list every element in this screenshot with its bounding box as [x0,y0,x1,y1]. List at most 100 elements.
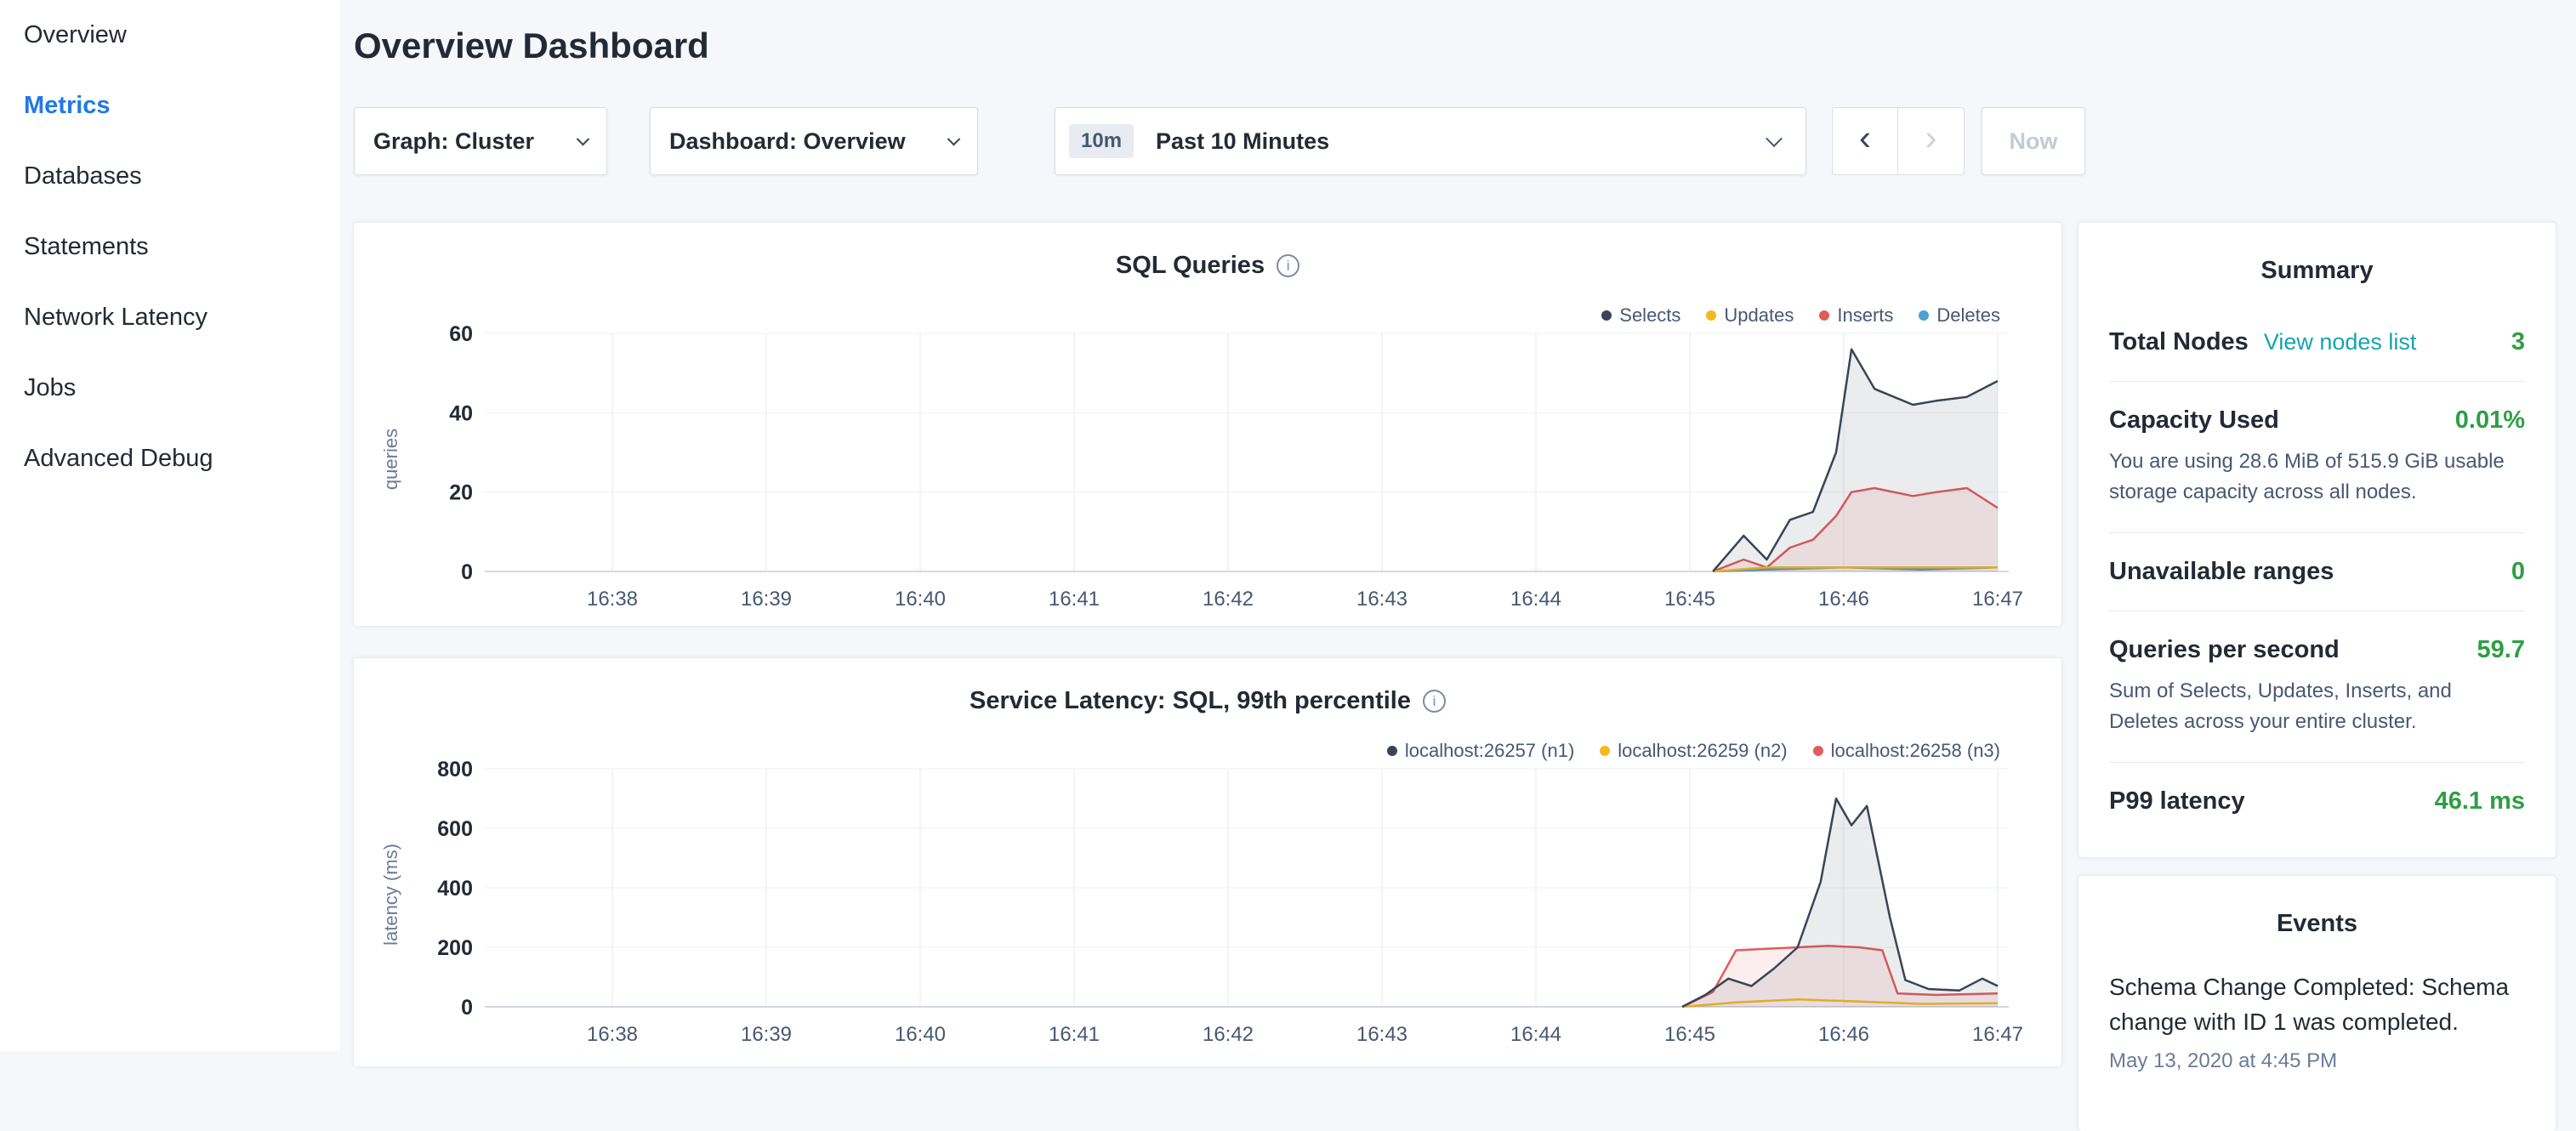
chevron-down-icon [577,132,590,145]
summary-value: 46.1 ms [2435,787,2525,816]
sidebar-item-statements[interactable]: Statements [24,212,340,282]
graph-scope-dropdown[interactable]: Graph: Cluster [354,107,607,175]
svg-text:16:45: 16:45 [1664,1023,1715,1046]
svg-text:0: 0 [461,560,473,584]
svg-text:16:44: 16:44 [1510,1023,1561,1046]
svg-text:16:41: 16:41 [1049,588,1100,611]
charts-column: SQL Queries i SelectsUpdatesInsertsDelet… [354,223,2061,1066]
sidebar-item-network-latency[interactable]: Network Latency [24,282,340,353]
svg-text:400: 400 [437,877,473,901]
summary-row-total-nodes: Total Nodes View nodes list 3 [2109,304,2525,382]
svg-text:16:39: 16:39 [741,588,792,611]
summary-label: Queries per second [2109,636,2340,664]
graph-scope-label: Graph: Cluster [373,128,534,155]
svg-text:60: 60 [449,322,473,346]
summary-label: Capacity Used [2109,406,2279,435]
chart-title: Service Latency: SQL, 99th percentile [970,687,1411,715]
svg-text:20: 20 [449,481,473,505]
summary-subtext: You are using 28.6 MiB of 515.9 GiB usab… [2109,446,2525,508]
summary-label: Unavailable ranges [2109,558,2334,586]
summary-title: Summary [2109,223,2525,285]
info-icon[interactable]: i [1423,690,1446,713]
svg-text:600: 600 [437,817,473,841]
svg-text:16:44: 16:44 [1510,588,1561,611]
svg-text:800: 800 [437,758,473,781]
sidebar-item-advanced-debug[interactable]: Advanced Debug [24,423,340,494]
view-nodes-list-link[interactable]: View nodes list [2264,329,2417,355]
chart-title-row: SQL Queries i [354,223,2061,280]
summary-label: P99 latency [2109,787,2245,816]
svg-text:16:46: 16:46 [1818,588,1869,611]
event-item[interactable]: Schema Change Completed: Schema change w… [2109,970,2525,1073]
svg-text:16:46: 16:46 [1818,1023,1869,1046]
events-list: Schema Change Completed: Schema change w… [2109,970,2525,1073]
main-content: Overview Dashboard Graph: Cluster Dashbo… [340,0,2576,1051]
svg-text:0: 0 [461,996,473,1020]
dashboard-dropdown[interactable]: Dashboard: Overview [650,107,978,175]
chart-plot: 16:38 16:39 16:40 16:41 16:42 16:43 16:44 16:45… [354,747,2061,1053]
chart-title-row: Service Latency: SQL, 99th percentile i [354,658,2061,715]
info-icon[interactable]: i [1277,254,1299,277]
right-sidebar: Summary Total Nodes View nodes list 3 Capac… [2078,223,2556,1131]
svg-text:16:41: 16:41 [1049,1023,1100,1046]
time-pager: ‹ › [1832,107,1965,175]
svg-text:16:40: 16:40 [895,588,946,611]
summary-value: 59.7 [2477,636,2525,664]
chart-title: SQL Queries [1116,252,1265,280]
event-text: Schema Change Completed: Schema change w… [2109,970,2525,1039]
svg-text:16:39: 16:39 [741,1023,792,1046]
summary-label: Total Nodes [2109,328,2249,356]
summary-row-unavailable-ranges: Unavailable ranges 0 [2109,533,2525,611]
dashboard-label: Dashboard: Overview [669,128,906,155]
sidebar-item-databases[interactable]: Databases [24,141,340,212]
chart-canvas: 16:38 16:39 16:40 16:41 16:42 16:43 16:44 16:45… [354,747,2061,1053]
svg-text:16:43: 16:43 [1356,1023,1407,1046]
time-window-badge: 10m [1069,124,1134,158]
summary-row-main: Capacity Used 0.01% [2109,406,2525,435]
sidebar-item-overview[interactable]: Overview [24,0,340,71]
svg-text:16:42: 16:42 [1203,588,1254,611]
summary-row-main: Queries per second 59.7 [2109,636,2525,664]
svg-text:16:47: 16:47 [1972,1023,2023,1046]
chart-canvas: 16:38 16:39 16:40 16:41 16:42 16:43 16:44 16:45… [354,311,2061,617]
events-title: Events [2109,876,2525,938]
summary-value: 0 [2511,558,2525,586]
time-prev-button[interactable]: ‹ [1832,107,1898,175]
svg-text:16:38: 16:38 [587,1023,638,1046]
summary-value: 3 [2511,328,2525,356]
time-next-button[interactable]: › [1898,107,1965,175]
time-window-label: Past 10 Minutes [1156,128,1329,155]
page-title: Overview Dashboard [354,26,2556,66]
summary-row-main: Total Nodes View nodes list 3 [2109,328,2525,356]
time-range-dropdown[interactable]: 10m Past 10 Minutes [1055,107,1806,175]
chevron-down-icon [1766,130,1783,147]
svg-text:16:42: 16:42 [1203,1023,1254,1046]
summary-row-main: P99 latency 46.1 ms [2109,787,2525,816]
event-timestamp: May 13, 2020 at 4:45 PM [2109,1049,2525,1073]
chart-card-service-latency: Service Latency: SQL, 99th percentile i … [354,658,2061,1066]
sidebar-item-jobs[interactable]: Jobs [24,353,340,423]
summary-subtext: Sum of Selects, Updates, Inserts, and De… [2109,676,2525,737]
chart-card-sql-queries: SQL Queries i SelectsUpdatesInsertsDelet… [354,223,2061,626]
toolbar: Graph: Cluster Dashboard: Overview 10m P… [354,107,2556,175]
events-card: Events Schema Change Completed: Schema c… [2078,876,2556,1131]
svg-text:200: 200 [437,936,473,960]
sidebar-item-metrics[interactable]: Metrics [24,71,340,141]
svg-text:16:47: 16:47 [1972,588,2023,611]
summary-row-p99-latency: P99 latency 46.1 ms [2109,763,2525,840]
svg-text:16:40: 16:40 [895,1023,946,1046]
summary-card: Summary Total Nodes View nodes list 3 Capac… [2078,223,2556,857]
svg-text:16:38: 16:38 [587,588,638,611]
dashboard-body: SQL Queries i SelectsUpdatesInsertsDelet… [354,223,2556,1131]
svg-text:16:43: 16:43 [1356,588,1407,611]
summary-row-capacity-used: Capacity Used 0.01% You are using 28.6 MiB… [2109,382,2525,533]
svg-text:16:45: 16:45 [1664,588,1715,611]
now-button[interactable]: Now [1982,107,2085,175]
summary-row-main: Unavailable ranges 0 [2109,558,2525,586]
summary-row-queries-per-second: Queries per second 59.7 Sum of Selects, Up… [2109,611,2525,763]
summary-value: 0.01% [2455,406,2525,435]
app-root: OverviewMetricsDatabasesStatementsNetwor… [0,0,2576,1051]
summary-rows: Total Nodes View nodes list 3 Capacity Used… [2109,304,2525,840]
chevron-down-icon [947,132,961,145]
chart-plot: 16:38 16:39 16:40 16:41 16:42 16:43 16:44 16:45… [354,311,2061,617]
